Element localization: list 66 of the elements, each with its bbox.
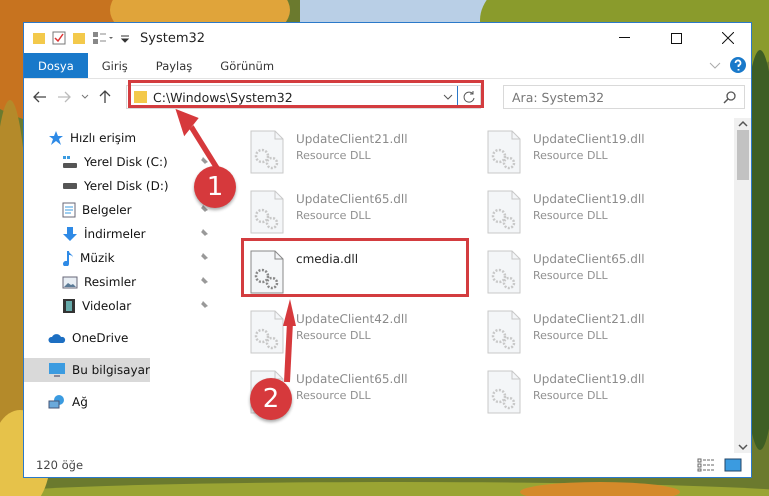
sidebar-item[interactable]: Hızlı erişim <box>24 126 140 150</box>
sidebar-item[interactable]: Belgeler <box>24 198 136 222</box>
search-icon <box>723 90 737 104</box>
downloads-icon <box>62 226 78 242</box>
cloud-icon <box>48 332 66 344</box>
dll-file-icon <box>487 250 521 294</box>
file-type: Resource DLL <box>296 209 372 222</box>
file-type: Resource DLL <box>533 149 609 162</box>
item-count: 120 öğe <box>36 458 84 472</box>
dll-file-icon <box>250 130 284 174</box>
sidebar-item[interactable]: Videolar <box>24 294 136 318</box>
videos-icon <box>62 298 76 314</box>
dll-file-icon <box>250 250 284 294</box>
scrollbar-thumb[interactable] <box>736 130 748 180</box>
sidebar-item[interactable]: İndirmeler <box>24 222 150 246</box>
address-field[interactable]: C:\Windows\System32 <box>126 85 481 109</box>
large-icons-view-icon[interactable] <box>723 458 743 472</box>
file-type: Resource DLL <box>533 389 609 402</box>
sidebar-item[interactable]: Müzik <box>24 246 119 270</box>
dll-file-icon <box>487 190 521 234</box>
close-icon[interactable] <box>722 32 734 44</box>
computer-icon <box>48 362 66 378</box>
dll-file-icon <box>250 310 284 354</box>
chevron-down-icon[interactable] <box>81 94 89 100</box>
file-type: Resource DLL <box>533 329 609 342</box>
ribbon-tab[interactable]: Giriş <box>88 53 142 78</box>
dll-file-icon <box>487 130 521 174</box>
sidebar-item[interactable]: Yerel Disk (C:) <box>24 150 172 174</box>
pictures-icon <box>62 276 78 288</box>
file-type: Resource DLL <box>296 389 372 402</box>
ribbon-tab[interactable]: Paylaş <box>142 53 206 78</box>
file-type: Resource DLL <box>533 209 609 222</box>
sidebar-item[interactable]: Yerel Disk (D:) <box>24 174 173 198</box>
dll-file-icon <box>487 310 521 354</box>
maximize-icon[interactable] <box>670 32 682 44</box>
up-arrow-icon[interactable] <box>99 90 111 104</box>
search-field[interactable]: Ara: System32 <box>503 85 745 109</box>
dll-file-icon <box>250 190 284 234</box>
star-icon <box>48 130 64 146</box>
window-title: System32 <box>140 30 206 46</box>
scroll-down-icon[interactable] <box>738 443 748 451</box>
sidebar-item[interactable]: Resimler <box>24 270 140 294</box>
folder-icon <box>32 31 46 45</box>
scroll-up-icon[interactable] <box>738 120 748 128</box>
view-icon[interactable] <box>92 31 114 45</box>
drive-icon <box>62 182 78 190</box>
documents-icon <box>62 202 76 218</box>
scrollbar[interactable] <box>734 118 751 453</box>
ribbon-tab[interactable]: Dosya <box>24 53 88 78</box>
music-icon <box>62 250 74 266</box>
system-drive-icon <box>62 155 78 169</box>
sidebar-item[interactable]: OneDrive <box>24 326 132 350</box>
file-type: Resource DLL <box>533 269 609 282</box>
back-arrow-icon[interactable] <box>33 91 47 103</box>
folder-icon <box>133 90 149 104</box>
dll-file-icon <box>487 370 521 414</box>
network-icon <box>48 394 66 410</box>
ribbon-tab[interactable]: Görünüm <box>206 53 288 78</box>
file-type: Resource DLL <box>296 329 372 342</box>
minimize-icon[interactable] <box>618 37 630 39</box>
file-name[interactable]: cmedia.dll <box>296 252 358 266</box>
sidebar-item[interactable]: Ağ <box>24 390 92 414</box>
file-type: Resource DLL <box>296 149 372 162</box>
details-view-icon[interactable] <box>697 458 717 472</box>
sidebar-item[interactable]: Bu bilgisayar <box>24 358 150 382</box>
properties-icon[interactable] <box>52 31 66 45</box>
